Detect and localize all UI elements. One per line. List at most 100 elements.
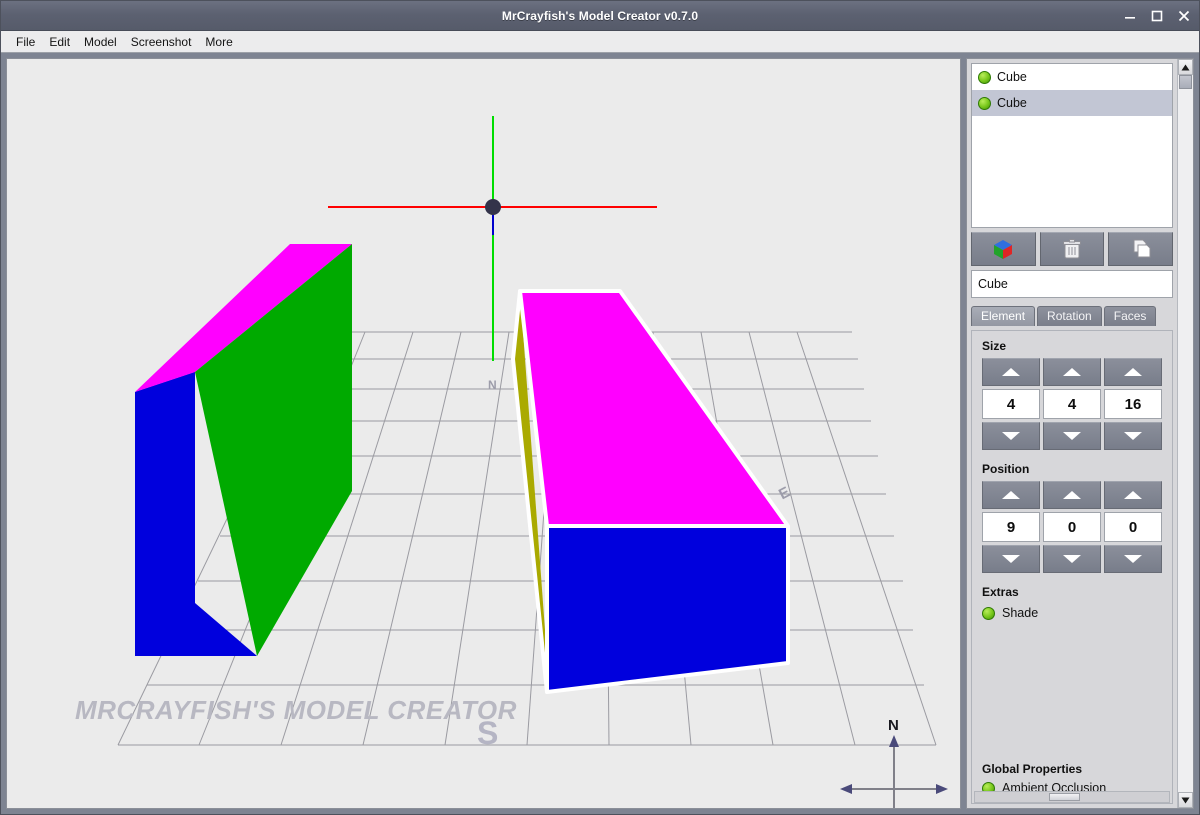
scroll-up-button[interactable]: [1178, 59, 1193, 75]
status-dot-icon: [978, 96, 991, 110]
pane-horizontal-scrollbar[interactable]: [974, 791, 1170, 803]
element-name-input[interactable]: Cube: [971, 270, 1173, 298]
tab-faces[interactable]: Faces: [1103, 306, 1157, 326]
position-x-value[interactable]: 9: [982, 512, 1040, 542]
position-y-value[interactable]: 0: [1043, 512, 1101, 542]
scroll-track[interactable]: [1178, 75, 1193, 792]
size-y-increment[interactable]: [1043, 358, 1101, 386]
viewport-canvas: N E S MRCRAYFISH'S MODEL CREATOR N: [75, 116, 948, 808]
model-element-cube-2: [511, 289, 790, 694]
menu-item-file[interactable]: File: [9, 33, 42, 51]
position-z-value[interactable]: 0: [1104, 512, 1162, 542]
list-item[interactable]: Cube: [972, 90, 1172, 116]
size-x-value[interactable]: 4: [982, 389, 1040, 419]
menu-item-edit[interactable]: Edit: [42, 33, 77, 51]
size-z-increment[interactable]: [1104, 358, 1162, 386]
compass-label-north: N: [888, 717, 899, 734]
compass-arrow-right: [936, 784, 948, 794]
list-item-label: Cube: [997, 96, 1027, 110]
grid-label-north: N: [488, 378, 497, 392]
menu-item-screenshot[interactable]: Screenshot: [124, 33, 199, 51]
tab-rotation[interactable]: Rotation: [1037, 306, 1102, 326]
chevron-up-icon: [1124, 491, 1142, 499]
size-spinner-x: 4: [982, 358, 1040, 450]
menu-bar: File Edit Model Screenshot More: [1, 31, 1199, 53]
model-viewport[interactable]: N E S MRCRAYFISH'S MODEL CREATOR N: [6, 58, 961, 809]
delete-button[interactable]: [1039, 232, 1105, 266]
scroll-down-button[interactable]: [1178, 792, 1193, 808]
size-y-decrement[interactable]: [1043, 422, 1101, 450]
element-toolbar: [971, 232, 1174, 266]
close-icon[interactable]: [1177, 9, 1191, 23]
position-y-increment[interactable]: [1043, 481, 1101, 509]
position-spinner-z: 0: [1104, 481, 1162, 573]
position-x-increment[interactable]: [982, 481, 1040, 509]
size-z-decrement[interactable]: [1104, 422, 1162, 450]
size-x-increment[interactable]: [982, 358, 1040, 386]
side-panel-content: Cube Cube Cube Element Rotation Faces Si…: [967, 59, 1177, 808]
chevron-up-icon: [1002, 491, 1020, 499]
position-spinners: 9 0 0: [982, 481, 1162, 573]
copy-icon: [1133, 239, 1151, 258]
size-label: Size: [982, 339, 1007, 353]
chevron-down-icon: [1063, 432, 1081, 440]
window-title: MrCrayfish's Model Creator v0.7.0: [501, 8, 699, 23]
position-spinner-x: 9: [982, 481, 1040, 573]
chevron-up-icon: [1063, 368, 1081, 376]
chevron-down-icon: [1124, 432, 1142, 440]
tab-element[interactable]: Element: [971, 306, 1036, 326]
window-controls: [1123, 1, 1191, 31]
element-list[interactable]: Cube Cube: [971, 63, 1173, 228]
add-cube-button[interactable]: [971, 232, 1036, 266]
menu-item-model[interactable]: Model: [77, 33, 124, 51]
position-label: Position: [982, 462, 1030, 476]
model-element-cube-1: [135, 244, 352, 656]
size-y-value[interactable]: 4: [1043, 389, 1101, 419]
element-name-value: Cube: [978, 277, 1008, 291]
trash-icon: [1063, 239, 1081, 259]
chevron-up-icon: [1002, 368, 1020, 376]
global-properties-label: Global Properties: [982, 762, 1083, 776]
chevron-down-icon: [1181, 797, 1190, 803]
element-tab-pane: Size 4 4 16 Position 9 0 0 Extras Shade …: [971, 330, 1173, 804]
extras-label: Extras: [982, 585, 1019, 599]
compass-widget: N: [840, 717, 948, 808]
toggle-on-icon: [982, 606, 995, 620]
minimize-icon[interactable]: [1123, 9, 1137, 23]
size-spinners: 4 4 16: [982, 358, 1162, 450]
maximize-icon[interactable]: [1150, 9, 1164, 23]
app-window: MrCrayfish's Model Creator v0.7.0 File E…: [0, 0, 1200, 815]
status-dot-icon: [978, 70, 991, 84]
position-spinner-y: 0: [1043, 481, 1101, 573]
list-item-label: Cube: [997, 70, 1027, 84]
size-spinner-y: 4: [1043, 358, 1101, 450]
copy-button[interactable]: [1108, 232, 1174, 266]
shade-toggle[interactable]: Shade: [982, 606, 1162, 620]
property-tabs: Element Rotation Faces: [971, 306, 1173, 326]
origin-handle: [485, 199, 501, 215]
position-y-decrement[interactable]: [1043, 545, 1101, 573]
position-z-increment[interactable]: [1104, 481, 1162, 509]
chevron-up-icon: [1063, 491, 1081, 499]
shade-label: Shade: [1002, 606, 1039, 620]
viewport-watermark: MRCRAYFISH'S MODEL CREATOR: [75, 695, 517, 725]
position-x-decrement[interactable]: [982, 545, 1040, 573]
size-x-decrement[interactable]: [982, 422, 1040, 450]
cube-icon: [994, 240, 1013, 259]
title-bar: MrCrayfish's Model Creator v0.7.0: [1, 1, 1199, 31]
scroll-thumb[interactable]: [1179, 75, 1192, 89]
position-z-decrement[interactable]: [1104, 545, 1162, 573]
menu-item-more[interactable]: More: [198, 33, 239, 51]
chevron-up-icon: [1181, 64, 1190, 70]
pane-horizontal-scroll-thumb[interactable]: [1048, 793, 1080, 801]
size-z-value[interactable]: 16: [1104, 389, 1162, 419]
compass-arrow-left: [840, 784, 852, 794]
chevron-down-icon: [1063, 555, 1081, 563]
chevron-down-icon: [1002, 432, 1020, 440]
compass-arrow-up: [889, 735, 899, 747]
list-item[interactable]: Cube: [972, 64, 1172, 90]
size-spinner-z: 16: [1104, 358, 1162, 450]
side-panel-scrollbar[interactable]: [1177, 59, 1193, 808]
side-panel: Cube Cube Cube Element Rotation Faces Si…: [966, 58, 1194, 809]
chevron-down-icon: [1124, 555, 1142, 563]
